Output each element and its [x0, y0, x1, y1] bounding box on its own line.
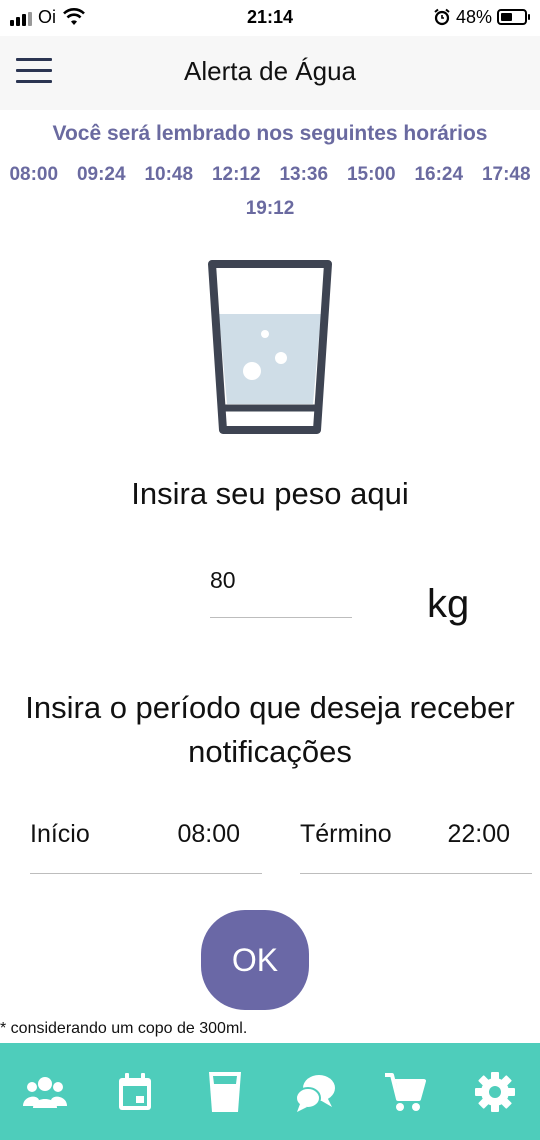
reminder-schedule-title: Você será lembrado nos seguintes horário… [52, 122, 488, 145]
battery-percent: 48% [456, 7, 493, 27]
cart-icon[interactable] [375, 1062, 435, 1122]
reminder-time: 10:48 [144, 164, 194, 185]
reminder-time: 09:24 [76, 164, 126, 185]
reminder-time: 16:24 [414, 164, 464, 185]
app-header: Alerta de Água [0, 36, 540, 110]
reminder-time: 12:12 [211, 164, 261, 185]
page-title: Alerta de Água [183, 56, 356, 86]
alarm-icon [433, 8, 451, 31]
bottom-tab-bar [0, 1043, 540, 1140]
end-time-label: Término [300, 820, 392, 848]
period-label: Insira o período que deseja receber noti… [25, 690, 515, 769]
footnote: * considerando um copo de 300ml. [0, 1020, 248, 1037]
users-icon[interactable] [15, 1062, 75, 1122]
weight-input[interactable] [210, 558, 352, 618]
weight-label: Insira seu peso aqui [131, 476, 409, 511]
battery-icon [497, 9, 530, 25]
ok-button[interactable]: OK [201, 910, 309, 1010]
weight-unit: kg [427, 582, 470, 626]
water-glass-illustration [205, 258, 335, 438]
start-time-field[interactable]: Início 08:00 [30, 808, 262, 874]
start-time-value: 08:00 [177, 820, 240, 848]
water-glass-icon[interactable] [195, 1062, 255, 1122]
reminder-time: 13:36 [279, 164, 329, 185]
reminder-time: 17:48 [481, 164, 531, 185]
start-time-label: Início [30, 820, 90, 848]
gear-icon[interactable] [465, 1062, 525, 1122]
chat-icon[interactable] [285, 1062, 345, 1122]
calendar-icon[interactable] [105, 1062, 165, 1122]
end-time-value: 22:00 [447, 820, 510, 848]
end-time-field[interactable]: Término 22:00 [300, 808, 532, 874]
status-bar: Oi 21:14 48% [0, 0, 540, 36]
reminder-time: 19:12 [245, 198, 295, 219]
reminder-time: 08:00 [9, 164, 59, 185]
reminder-times-list: 08:00 09:24 10:48 12:12 13:36 15:00 16:2… [0, 158, 540, 226]
reminder-time: 15:00 [346, 164, 396, 185]
